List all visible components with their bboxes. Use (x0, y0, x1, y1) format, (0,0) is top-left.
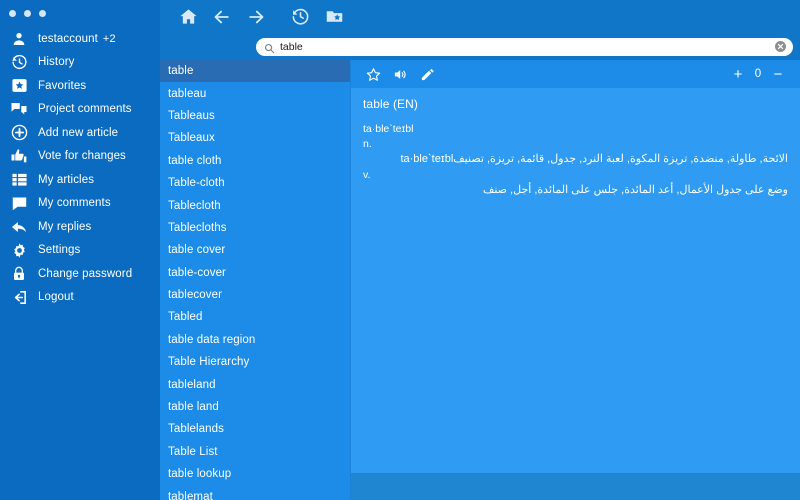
list-item[interactable]: table data region (160, 329, 350, 351)
list-item[interactable]: Tablecloth (160, 194, 350, 216)
forward-button[interactable] (239, 3, 273, 31)
comments-icon (9, 99, 29, 119)
list-item[interactable]: tableau (160, 82, 350, 104)
list-grid-icon (9, 170, 29, 190)
rating-controls: + 0 − (727, 62, 789, 86)
sidebar-item-label: Logout (38, 291, 74, 304)
sidebar-item-label: Change password (38, 267, 133, 280)
article-pos-noun: n. (363, 138, 372, 150)
home-button[interactable] (171, 3, 205, 31)
sidebar-item-project-comments[interactable]: Project comments (0, 98, 160, 122)
add-to-favorites-button[interactable] (360, 62, 387, 86)
sidebar-item-vote-for-changes[interactable]: Vote for changes (0, 145, 160, 169)
sidebar-item-label: My articles (38, 173, 95, 186)
sidebar-item-add-new-article[interactable]: Add new article (0, 121, 160, 145)
list-item[interactable]: Tablecloths (160, 217, 350, 239)
sidebar-item-label: Favorites (38, 79, 87, 92)
sidebar-item-logout[interactable]: Logout (0, 286, 160, 310)
sidebar-item-account[interactable]: testaccount +2 (0, 27, 160, 51)
search-icon (264, 41, 275, 54)
back-button[interactable] (205, 3, 239, 31)
search-row: table (160, 33, 800, 60)
article-toolbar: + 0 − (351, 60, 800, 88)
sidebar-item-label: Project comments (38, 103, 132, 116)
list-item[interactable]: table (160, 60, 350, 83)
sidebar-item-label: Vote for changes (38, 150, 126, 163)
navigation-toolbar (160, 0, 800, 33)
app-window: testaccount +2 History Favorites Project… (0, 0, 800, 500)
sidebar-menu: testaccount +2 History Favorites Project… (0, 27, 160, 309)
rating-value: 0 (754, 68, 762, 80)
sidebar-item-my-comments[interactable]: My comments (0, 192, 160, 216)
rating-minus-button[interactable]: − (767, 62, 789, 86)
search-input[interactable]: table (256, 37, 793, 56)
article-pos-verb: v. (363, 168, 371, 181)
list-item[interactable]: table lookup (160, 463, 350, 485)
main-area: table table tableau Tableaus Tableaux ta… (160, 0, 800, 500)
list-item[interactable]: Table Hierarchy (160, 351, 350, 373)
rating-plus-button[interactable]: + (727, 62, 749, 86)
content-split: table tableau Tableaus Tableaux table cl… (160, 60, 800, 500)
list-item[interactable]: Table List (160, 441, 350, 463)
gear-icon (9, 240, 29, 260)
window-close-button[interactable] (9, 9, 16, 17)
sidebar-item-label: Add new article (38, 126, 119, 139)
favorites-star-icon (9, 76, 29, 96)
sidebar-item-history[interactable]: History (0, 51, 160, 75)
logout-icon (9, 287, 29, 307)
sidebar-item-settings[interactable]: Settings (0, 239, 160, 263)
sidebar-item-change-password[interactable]: Change password (0, 262, 160, 286)
plus-circle-icon (9, 123, 29, 143)
history-clock-icon (9, 52, 29, 72)
search-input-value: table (280, 40, 303, 53)
bookmarks-button[interactable] (317, 3, 351, 31)
list-item[interactable]: table-cover (160, 262, 350, 284)
sidebar-item-label: My comments (38, 197, 111, 210)
list-item[interactable]: table land (160, 396, 350, 418)
article-body: table (EN) ta·ble`teɪbl n. الائحة, طاولة… (351, 88, 800, 473)
sidebar-account-badge: +2 (102, 32, 116, 45)
sidebar-item-my-replies[interactable]: My replies (0, 215, 160, 239)
list-item[interactable]: table cover (160, 239, 350, 261)
list-item[interactable]: Tableaux (160, 127, 350, 149)
article-footer (351, 473, 800, 500)
list-item[interactable]: tableland (160, 373, 350, 395)
window-controls (0, 0, 160, 22)
article-title: table (EN) (363, 97, 419, 111)
clear-search-icon[interactable] (775, 41, 786, 52)
thumbs-up-down-icon (9, 146, 29, 166)
sidebar-item-my-articles[interactable]: My articles (0, 168, 160, 192)
window-minimize-button[interactable] (24, 9, 31, 17)
reply-arrow-icon (9, 217, 29, 237)
noun-translation-text: الائحة, طاولة, منضدة, تريزة المكوة, لعبة… (453, 153, 788, 165)
list-item[interactable]: table cloth (160, 150, 350, 172)
comment-bubble-icon (9, 193, 29, 213)
noun-inline-transcription: ta·ble`teɪbl (400, 153, 454, 165)
list-item[interactable]: Tableaus (160, 105, 350, 127)
article-transcription: ta·ble`teɪbl (363, 123, 414, 135)
list-item[interactable]: Tabled (160, 306, 350, 328)
list-item[interactable]: tablecover (160, 284, 350, 306)
sidebar-item-label: My replies (38, 220, 92, 233)
article-verb-translations: وضع على جدول الأعمال, أعد المائدة, جلس ع… (482, 183, 788, 196)
history-button[interactable] (283, 3, 317, 31)
window-maximize-button[interactable] (39, 9, 46, 17)
list-item[interactable]: tablemat (160, 485, 350, 500)
sidebar: testaccount +2 History Favorites Project… (0, 0, 160, 500)
lock-icon (9, 264, 29, 284)
sidebar-item-label: History (38, 56, 75, 69)
user-icon (9, 29, 29, 49)
sidebar-item-label: Settings (38, 244, 81, 257)
sidebar-item-favorites[interactable]: Favorites (0, 74, 160, 98)
sidebar-item-label: testaccount (38, 32, 98, 45)
word-list[interactable]: table tableau Tableaus Tableaux table cl… (160, 60, 351, 500)
list-item[interactable]: Tablelands (160, 418, 350, 440)
article-noun-translations: الائحة, طاولة, منضدة, تريزة المكوة, لعبة… (363, 152, 788, 168)
edit-button[interactable] (414, 62, 441, 86)
article-panel: + 0 − table (EN) ta·ble`teɪbl n. الائحة,… (351, 60, 800, 500)
pronounce-button[interactable] (387, 62, 414, 86)
list-item[interactable]: Table-cloth (160, 172, 350, 194)
